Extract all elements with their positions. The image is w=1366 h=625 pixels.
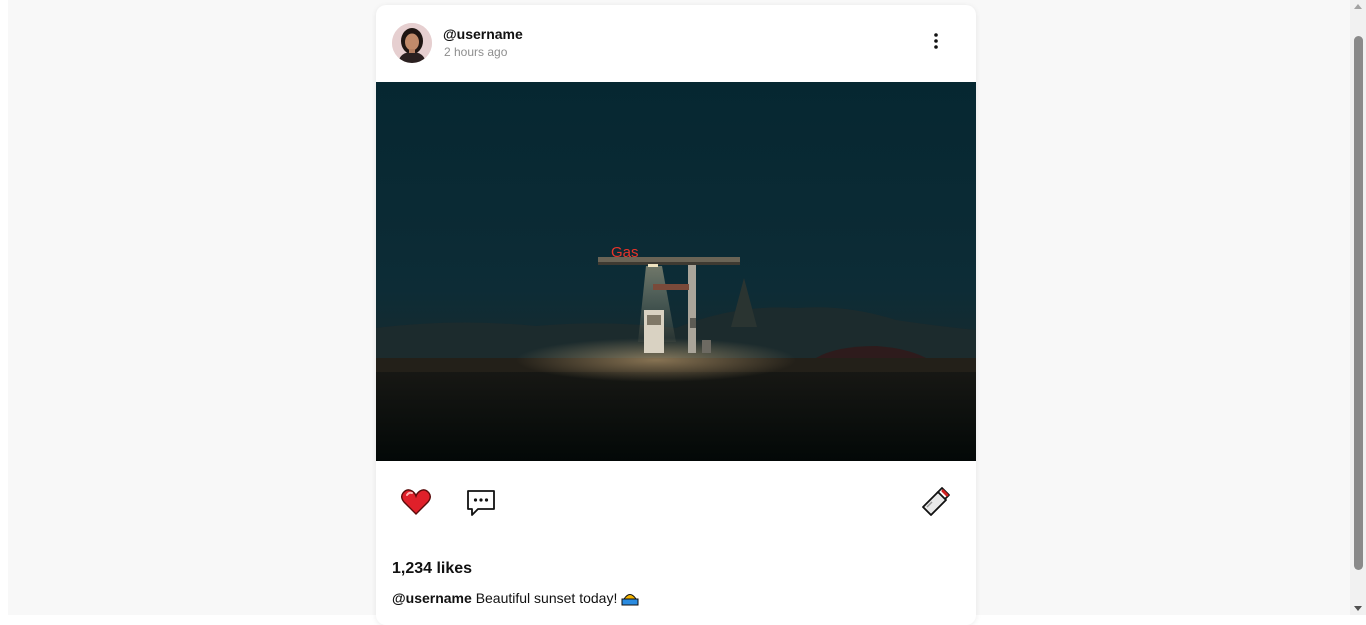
scroll-up-arrow[interactable]: [1354, 4, 1362, 9]
window-left-edge: [0, 0, 8, 615]
post-actions-bar: [376, 461, 976, 541]
comment-icon: [467, 490, 495, 516]
scroll-thumb[interactable]: [1354, 36, 1363, 570]
avatar-photo: [392, 23, 432, 63]
like-button[interactable]: [399, 485, 433, 519]
more-options-button[interactable]: [924, 29, 948, 53]
bookmark-icon: [922, 487, 950, 516]
vertical-scrollbar[interactable]: [1350, 0, 1366, 615]
save-button[interactable]: [918, 485, 952, 519]
post-image[interactable]: Gas: [376, 82, 976, 461]
comment-button[interactable]: [464, 485, 498, 519]
post-author-username[interactable]: @username: [443, 26, 523, 42]
sunset-emoji-icon: [621, 594, 639, 606]
avatar[interactable]: [392, 23, 432, 63]
gas-station-night-photo: Gas: [376, 82, 976, 461]
gas-sign-text: Gas: [611, 244, 639, 261]
heart-icon: [401, 489, 431, 515]
post-timestamp: 2 hours ago: [444, 45, 508, 59]
post-caption: @username Beautiful sunset today!: [392, 589, 639, 607]
caption-text: Beautiful sunset today!: [475, 590, 618, 606]
post-card: @username 2 hours ago Gas 1,234 likes @u…: [376, 5, 976, 625]
more-vertical-icon: [934, 33, 938, 49]
post-header: @username 2 hours ago: [376, 5, 976, 82]
scroll-down-arrow[interactable]: [1354, 606, 1362, 611]
caption-username[interactable]: @username: [392, 590, 472, 606]
likes-count[interactable]: 1,234 likes: [392, 560, 472, 578]
